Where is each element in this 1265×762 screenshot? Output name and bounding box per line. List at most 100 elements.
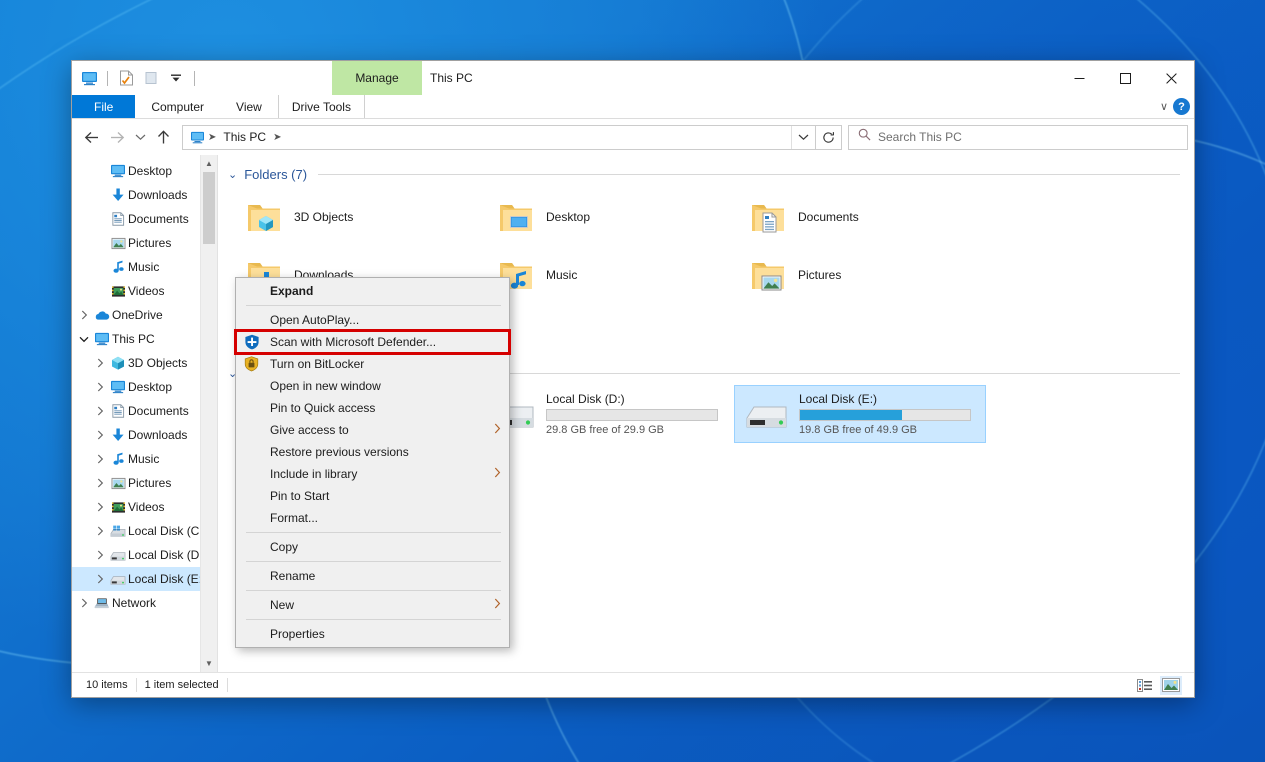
- back-button[interactable]: [78, 124, 104, 150]
- sidebar-item-music[interactable]: Music: [72, 447, 217, 471]
- scrollbar-thumb[interactable]: [202, 172, 215, 244]
- chevron-right-icon[interactable]: [92, 406, 108, 416]
- chevron-right-icon[interactable]: [92, 574, 108, 584]
- sidebar-item-local-disk-c[interactable]: Local Disk (C:): [72, 519, 217, 543]
- menu-item-pin-to-quick-access[interactable]: Pin to Quick access: [236, 397, 509, 419]
- folder-tile[interactable]: Pictures: [734, 246, 986, 304]
- menu-item-rename[interactable]: Rename: [236, 565, 509, 587]
- chevron-down-icon[interactable]: [76, 336, 92, 343]
- drive-icon: [108, 549, 128, 562]
- tab-computer[interactable]: Computer: [135, 95, 220, 118]
- folder-tile[interactable]: Documents: [734, 188, 986, 246]
- sidebar-item-desktop[interactable]: Desktop: [72, 159, 217, 183]
- drive-tile[interactable]: Local Disk (E:) 19.8 GB free of 49.9 GB: [734, 385, 986, 443]
- menu-item-format[interactable]: Format...: [236, 507, 509, 529]
- properties-icon[interactable]: [115, 67, 137, 89]
- drive-tile[interactable]: Local Disk (D:) 29.8 GB free of 29.9 GB: [482, 385, 734, 443]
- sidebar-item-downloads[interactable]: Downloads: [72, 183, 217, 207]
- breadcrumb: ➤ This PC ➤: [183, 128, 791, 146]
- menu-item-properties[interactable]: Properties: [236, 623, 509, 645]
- bitlocker-icon: [244, 356, 270, 372]
- chevron-down-icon[interactable]: ⌄: [228, 168, 237, 181]
- chevron-right-icon[interactable]: [92, 454, 108, 464]
- close-button[interactable]: [1148, 61, 1194, 95]
- search-box[interactable]: Search This PC: [848, 124, 1188, 150]
- breadcrumb-item-this-pc[interactable]: This PC: [219, 128, 270, 146]
- navigation-scrollbar[interactable]: ▲ ▼: [200, 155, 217, 672]
- sidebar-item-documents[interactable]: Documents: [72, 399, 217, 423]
- chevron-right-icon[interactable]: [76, 310, 92, 320]
- tab-view[interactable]: View: [220, 95, 278, 118]
- details-view-icon[interactable]: [1134, 676, 1156, 695]
- drive-usage-bar: [799, 409, 971, 421]
- sidebar-item-onedrive[interactable]: OneDrive: [72, 303, 217, 327]
- tab-file[interactable]: File: [72, 95, 136, 118]
- folder-3d-objects-icon: [246, 201, 282, 233]
- menu-item-pin-to-start[interactable]: Pin to Start: [236, 485, 509, 507]
- sidebar-item-videos[interactable]: Videos: [72, 279, 217, 303]
- tab-drive-tools[interactable]: Drive Tools: [277, 95, 365, 118]
- menu-item-include-in-library[interactable]: Include in library: [236, 463, 509, 485]
- menu-item-label: Expand: [270, 284, 314, 298]
- sidebar-item-documents[interactable]: Documents: [72, 207, 217, 231]
- folder-tile[interactable]: Desktop: [482, 188, 734, 246]
- maximize-button[interactable]: [1102, 61, 1148, 95]
- sidebar-item-pictures[interactable]: Pictures: [72, 471, 217, 495]
- minimize-button[interactable]: [1056, 61, 1102, 95]
- recent-locations-button[interactable]: [130, 124, 150, 150]
- chevron-right-icon[interactable]: [92, 478, 108, 488]
- menu-separator: [246, 590, 501, 591]
- windows-drive-icon: [108, 525, 128, 538]
- menu-item-label: New: [270, 598, 295, 612]
- drive-usage-fill: [800, 410, 902, 420]
- breadcrumb-separator[interactable]: ➤: [270, 132, 284, 143]
- collapse-ribbon-icon[interactable]: ∨: [1160, 100, 1168, 113]
- scroll-up-icon[interactable]: ▲: [201, 155, 218, 172]
- this-pc-icon[interactable]: [188, 131, 205, 144]
- menu-item-give-access-to[interactable]: Give access to: [236, 419, 509, 441]
- menu-item-scan-with-microsoft-defender[interactable]: Scan with Microsoft Defender...: [234, 329, 511, 355]
- sidebar-item-this-pc[interactable]: This PC: [72, 327, 217, 351]
- chevron-right-icon[interactable]: [76, 598, 92, 608]
- group-header-folders[interactable]: ⌄ Folders (7): [218, 155, 1194, 182]
- large-icons-view-icon[interactable]: [1160, 675, 1182, 695]
- sidebar-item-downloads[interactable]: Downloads: [72, 423, 217, 447]
- ribbon-right-controls: ∨ ?: [1160, 95, 1190, 118]
- menu-item-restore-previous-versions[interactable]: Restore previous versions: [236, 441, 509, 463]
- refresh-icon[interactable]: [816, 124, 842, 150]
- menu-item-new[interactable]: New: [236, 594, 509, 616]
- chevron-right-icon[interactable]: [92, 430, 108, 440]
- address-bar[interactable]: ➤ This PC ➤: [182, 124, 816, 150]
- menu-item-expand[interactable]: Expand: [236, 280, 509, 302]
- address-dropdown-icon[interactable]: [791, 125, 815, 149]
- sidebar-item-music[interactable]: Music: [72, 255, 217, 279]
- sidebar-item-pictures[interactable]: Pictures: [72, 231, 217, 255]
- menu-item-copy[interactable]: Copy: [236, 536, 509, 558]
- folder-tile[interactable]: 3D Objects: [230, 188, 482, 246]
- chevron-right-icon[interactable]: [92, 502, 108, 512]
- sidebar-item-3d-objects[interactable]: 3D Objects: [72, 351, 217, 375]
- menu-item-turn-on-bitlocker[interactable]: Turn on BitLocker: [236, 353, 509, 375]
- search-input[interactable]: Search This PC: [878, 130, 962, 144]
- up-button[interactable]: [150, 124, 176, 150]
- help-icon[interactable]: ?: [1173, 98, 1190, 115]
- menu-item-open-autoplay[interactable]: Open AutoPlay...: [236, 309, 509, 331]
- folder-tile[interactable]: Music: [482, 246, 734, 304]
- sidebar-item-local-disk-e[interactable]: Local Disk (E:): [72, 567, 217, 591]
- scroll-down-icon[interactable]: ▼: [201, 655, 218, 672]
- sidebar-item-desktop[interactable]: Desktop: [72, 375, 217, 399]
- chevron-right-icon[interactable]: [92, 382, 108, 392]
- chevron-right-icon[interactable]: [92, 526, 108, 536]
- scrollbar-track[interactable]: [201, 172, 218, 655]
- sidebar-item-videos[interactable]: Videos: [72, 495, 217, 519]
- sidebar-item-local-disk-d[interactable]: Local Disk (D:): [72, 543, 217, 567]
- chevron-right-icon[interactable]: [92, 550, 108, 560]
- new-folder-icon[interactable]: [140, 67, 162, 89]
- customize-dropdown-icon[interactable]: [165, 67, 187, 89]
- forward-button[interactable]: [104, 124, 130, 150]
- chevron-right-icon[interactable]: [92, 358, 108, 368]
- sidebar-item-network[interactable]: Network: [72, 591, 217, 615]
- contextual-tab-group-label: Manage: [332, 61, 422, 95]
- this-pc-icon[interactable]: [78, 67, 100, 89]
- menu-item-open-in-new-window[interactable]: Open in new window: [236, 375, 509, 397]
